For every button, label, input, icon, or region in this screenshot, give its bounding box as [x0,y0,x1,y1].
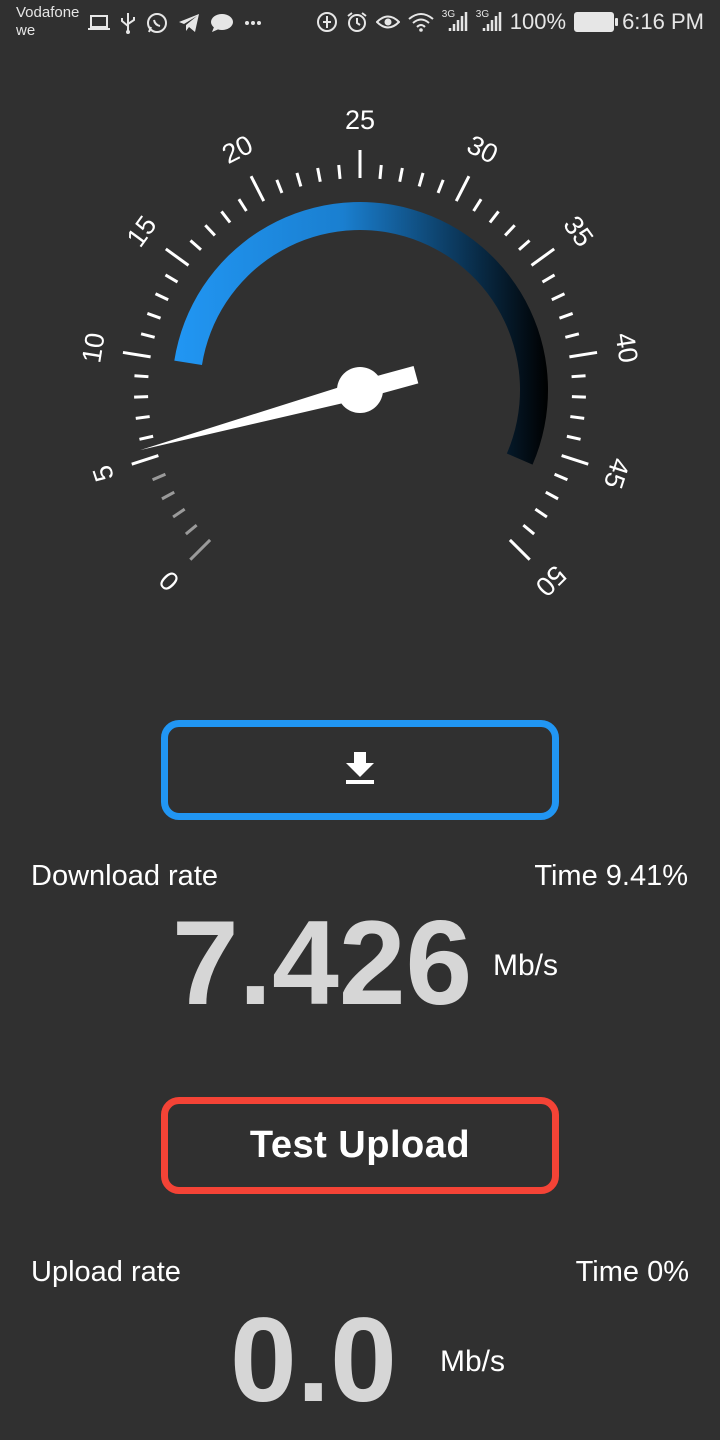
download-icon [343,750,377,791]
gauge-tick-label: 45 [598,454,636,492]
carrier-line-1: Vodafone [16,4,80,21]
minor-tick [488,210,500,224]
gauge-tick-label: 40 [609,331,643,365]
wifi-icon [408,12,434,32]
major-tick [561,454,589,466]
minor-tick [184,523,198,536]
minor-tick [189,239,202,251]
minor-tick [295,172,303,187]
system-status: 3G 3G 100% 6:16 PM [316,9,704,35]
major-tick [164,247,190,267]
start-download-test-button[interactable] [161,720,559,820]
chat-icon [210,13,234,33]
minor-tick [164,273,179,284]
test-upload-label: Test Upload [249,1124,471,1166]
clock: 6:16 PM [622,9,704,34]
signal-icon: 3G [441,9,468,33]
major-tick [131,454,159,466]
minor-tick [570,415,585,420]
gauge-tick-label: 5 [87,462,120,486]
download-rate-label: Download rate [31,860,218,892]
status-bar: Vodafone we 3G 3G 100% 6:16 PM [0,0,720,48]
minor-tick [146,312,162,320]
gauge-needle [140,366,419,451]
usb-icon [120,12,136,34]
telegram-icon [178,13,200,33]
gauge-tick-label: 25 [345,105,375,135]
minor-tick [316,167,322,183]
minor-tick [378,164,383,180]
download-time: Time 9.41% [534,860,688,892]
major-tick [508,538,531,561]
network-type-1: 3G [441,9,456,20]
network-type-2: 3G [475,9,490,20]
download-rate-unit: Mb/s [493,949,559,982]
minor-tick [134,374,149,379]
speed-gauge: 0 5 10 15 20 25 30 35 40 45 50 [76,105,643,602]
minor-tick [571,374,586,379]
upload-rate-value: 0.0 [230,1293,397,1427]
minor-tick [558,312,574,320]
minor-tick [140,332,156,339]
carrier-name: Vodafone we [16,4,79,40]
upload-time: Time 0% [575,1256,689,1288]
whatsapp-icon [146,12,168,34]
minor-tick [566,434,581,441]
battery-percent: 100% [509,9,567,34]
gauge-tick-label: 35 [557,210,599,252]
alarm-icon [346,11,368,33]
minor-tick [135,415,150,420]
gauge-tick-labels: 0 5 10 15 20 25 30 35 40 45 50 [76,105,643,602]
minor-tick [237,198,248,212]
minor-tick [337,164,342,180]
gauge-tick-label: 50 [530,560,572,602]
gauge-tick-label: 15 [121,210,163,252]
gauge-tick-label: 0 [153,565,185,597]
gauge-tick-label: 10 [76,331,110,365]
laptop-icon [88,14,110,32]
minor-tick [161,490,175,501]
minor-tick [154,292,169,302]
minor-tick [551,292,566,302]
minor-tick [504,224,516,237]
minor-tick [139,434,154,441]
test-upload-button[interactable]: Test Upload [161,1097,559,1194]
gauge-tick-label: 30 [462,129,502,169]
minor-tick [541,273,556,284]
major-tick [530,247,556,267]
minor-tick [545,490,559,501]
upload-rate-unit: Mb/s [440,1345,506,1378]
minor-tick [518,239,531,251]
minor-tick [417,172,425,187]
major-tick [189,538,212,561]
minor-tick [398,167,404,183]
battery-icon [574,12,619,32]
download-rate-value: 7.426 [172,896,473,1030]
notification-icons [88,12,262,34]
minor-tick [151,472,167,482]
more-icon [244,20,262,26]
carrier-line-2: we [16,22,36,39]
minor-tick [172,507,186,519]
minor-tick [472,198,483,212]
minor-tick [220,210,232,224]
minor-tick [553,472,569,482]
major-tick [122,350,151,359]
major-tick [569,350,598,359]
eye-icon [375,13,400,31]
minor-tick [522,523,536,536]
major-tick [454,175,471,202]
minor-tick [534,507,548,519]
minor-tick [564,332,580,339]
gauge-tick-label: 20 [217,129,257,169]
upload-rate-label: Upload rate [31,1256,181,1288]
minor-tick [275,179,284,194]
needle-hub [337,367,383,413]
signal-icon-2: 3G [475,9,502,33]
minor-tick [436,179,445,194]
major-tick [249,175,266,202]
minor-tick [204,224,216,237]
data-saver-icon [316,11,338,33]
